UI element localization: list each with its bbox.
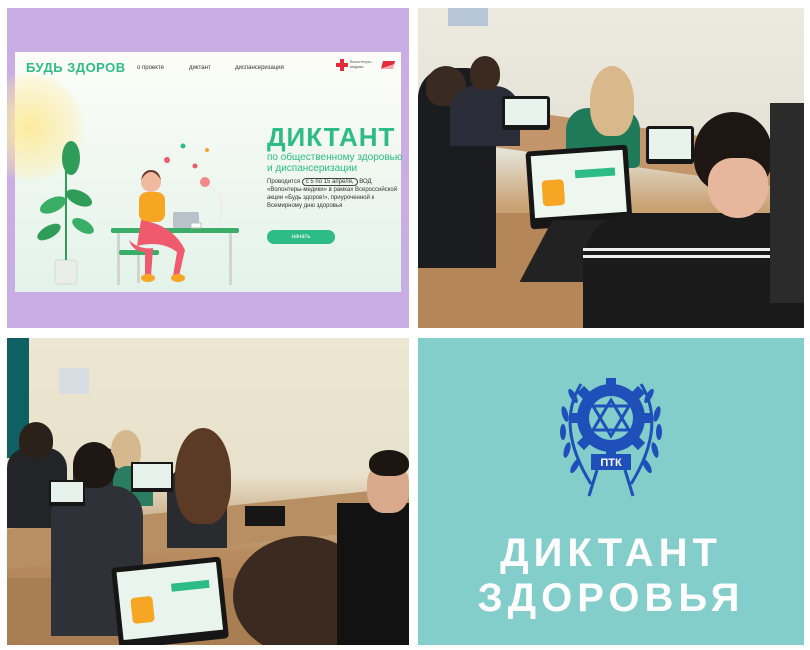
dates-badge: с 5 по 15 апреля, — [301, 178, 358, 186]
laptop-1 — [49, 480, 85, 506]
laptop-3 — [245, 506, 285, 526]
caption-line-1: ДИКТАНТ — [500, 531, 722, 575]
wall-poster — [448, 8, 488, 26]
hero-subtitle: по общественному здоровью и диспансериза… — [267, 152, 403, 174]
student-front-face — [708, 158, 768, 218]
site-logo[interactable]: БУДЬ ЗДОРОВ — [26, 60, 126, 75]
nav-link-dictation[interactable]: диктант — [189, 65, 211, 71]
red-cross-icon — [336, 59, 348, 71]
student-right — [337, 503, 409, 645]
laptop-back — [502, 96, 550, 130]
laptop-middle — [646, 126, 694, 164]
hero-title: ДИКТАНТ — [267, 122, 396, 152]
illustration-woman-at-desk — [37, 141, 239, 285]
laptop-2 — [131, 462, 173, 492]
student-right-hair — [369, 450, 409, 476]
website-screenshot-tile: БУДЬ ЗДОРОВ о проекте диктант диспансери… — [7, 8, 409, 328]
website-page: БУДЬ ЗДОРОВ о проекте диктант диспансери… — [7, 52, 402, 292]
partner-logo: Волонтеры-медики — [336, 59, 396, 75]
flag-icon — [380, 61, 396, 69]
start-button[interactable]: начать — [267, 230, 335, 244]
emblem-text: ПТК — [600, 457, 622, 469]
classroom-photo-2 — [7, 338, 409, 645]
laptop-front — [111, 556, 229, 645]
student-back-head — [470, 56, 500, 90]
nav-link-checkup[interactable]: диспансеризация — [235, 65, 284, 71]
partner-name: Волонтеры-медики — [350, 59, 373, 69]
dictation-logo-tile: ПТК ДИКТАНТ ЗДОРОВЬЯ — [418, 338, 804, 645]
student-right-edge — [770, 103, 804, 303]
student-green-hair — [590, 66, 634, 136]
student-5-hair — [175, 428, 231, 524]
hero-description: Проводится с 5 по 15 апреля, ВОД «Волонт… — [267, 178, 407, 210]
nav-link-about[interactable]: о проекте — [137, 65, 164, 71]
college-emblem-icon: ПТК — [560, 378, 662, 497]
wall-poster — [59, 368, 89, 394]
description-prefix: Проводится — [267, 179, 301, 185]
site-header: БУДЬ ЗДОРОВ о проекте диктант диспансери… — [15, 52, 401, 80]
classroom-photo-1 — [418, 8, 804, 328]
student-1-head — [19, 422, 53, 458]
caption-line-2: ЗДОРОВЬЯ — [477, 576, 745, 620]
